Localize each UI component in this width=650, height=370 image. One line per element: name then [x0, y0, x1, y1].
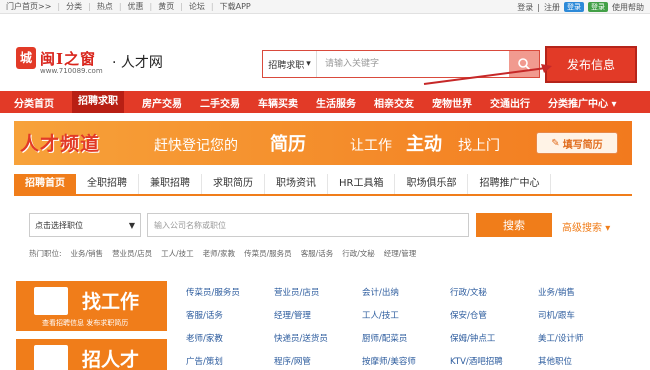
topbar-link-category[interactable]: 分类: [66, 1, 82, 12]
tab-fulltime[interactable]: 全职招聘: [76, 174, 139, 194]
topbar-link-yellowpages[interactable]: 黄页: [158, 1, 174, 12]
tab-career-news[interactable]: 职场资讯: [265, 174, 328, 194]
job-category-link[interactable]: 客服/话务: [186, 309, 274, 321]
publish-info-button[interactable]: 发布信息: [545, 46, 637, 83]
job-category-link[interactable]: 程序/网管: [274, 355, 362, 367]
chevron-down-icon: ▾: [611, 98, 617, 110]
job-category-link[interactable]: 老师/家教: [186, 332, 274, 344]
topbar-link-forum[interactable]: 论坛: [189, 1, 205, 12]
logo-url: www.710089.com: [40, 67, 103, 75]
hot-position-link[interactable]: 行政/文秘: [342, 248, 375, 259]
main-nav: 分类首页 招聘求职 房产交易 二手交易 车辆买卖 生活服务 相亲交友 宠物世界 …: [0, 91, 650, 113]
nav-item-transport[interactable]: 交通出行: [490, 95, 530, 110]
job-category-link[interactable]: 广告/策划: [186, 355, 274, 367]
top-bar: 门户首页>> | 分类 | 热点 | 优惠 | 黄页 | 论坛 | 下载APP …: [0, 0, 650, 14]
job-category-link[interactable]: 其他职位: [538, 355, 626, 367]
tab-hr-tools[interactable]: HR工具箱: [328, 174, 396, 194]
qq-login-button[interactable]: 登录: [564, 2, 584, 12]
topbar-account: 登录 | 注册 登录 登录 使用帮助: [517, 2, 644, 13]
job-category-link[interactable]: 厨师/配菜员: [362, 332, 450, 344]
nav-item-services[interactable]: 生活服务: [316, 95, 356, 110]
edit-icon: ✎: [551, 137, 560, 149]
tab-career-club[interactable]: 职场俱乐部: [395, 174, 469, 194]
nav-item-home[interactable]: 分类首页: [14, 95, 54, 110]
hot-label: 热门职位:: [29, 249, 62, 258]
hot-positions: 热门职位: 业务/销售 营业员/店员 工人/技工 老师/家教 传菜员/服务员 客…: [29, 248, 416, 259]
logo-name[interactable]: 闽Ⅰ之窗: [40, 48, 96, 69]
job-category-link[interactable]: 工人/技工: [362, 309, 450, 321]
annotation-arrow: [423, 64, 552, 85]
job-category-grid: 传菜员/服务员 营业员/店员 会计/出纳 行政/文秘 业务/销售 客服/话务 经…: [186, 286, 626, 367]
job-category-link[interactable]: 业务/销售: [538, 286, 626, 298]
find-job-card[interactable]: 找工作 查看招聘信息 发布求职简历: [16, 281, 167, 331]
job-category-link[interactable]: 营业员/店员: [274, 286, 362, 298]
job-category-link[interactable]: 会计/出纳: [362, 286, 450, 298]
advanced-search-link[interactable]: 高级搜索 ▾: [562, 219, 610, 234]
wechat-login-button[interactable]: 登录: [588, 2, 608, 12]
hire-talent-card[interactable]: 招人才: [16, 339, 167, 370]
job-category-link[interactable]: KTV/酒吧招聘: [450, 355, 538, 367]
topbar-link-portal[interactable]: 门户首页>>: [6, 1, 51, 12]
nav-item-dating[interactable]: 相亲交友: [374, 95, 414, 110]
job-search-button[interactable]: 搜索: [476, 213, 552, 237]
nav-item-promotion[interactable]: 分类推广中心 ▾: [548, 95, 617, 110]
chevron-down-icon: ▾: [306, 59, 311, 69]
job-category-link[interactable]: 行政/文秘: [450, 286, 538, 298]
login-link[interactable]: 登录: [517, 2, 533, 13]
nav-item-secondhand[interactable]: 二手交易: [200, 95, 240, 110]
hot-position-link[interactable]: 经理/管理: [384, 248, 417, 259]
company-position-input[interactable]: 输入公司名称或职位: [147, 213, 469, 237]
job-subtabs: 招聘首页 全职招聘 兼职招聘 求职简历 职场资讯 HR工具箱 职场俱乐部 招聘推…: [14, 174, 632, 196]
logo-icon[interactable]: 城: [16, 47, 36, 69]
job-category-link[interactable]: 保安/仓管: [450, 309, 538, 321]
chevron-down-icon: ▾: [605, 223, 611, 234]
document-icon: [34, 287, 68, 315]
hot-position-link[interactable]: 业务/销售: [71, 248, 104, 259]
position-select[interactable]: 点击选择职位 ▼: [29, 213, 141, 237]
nav-item-jobs[interactable]: 招聘求职: [72, 91, 124, 113]
register-link[interactable]: 注册: [544, 2, 560, 13]
job-category-link[interactable]: 司机/跟车: [538, 309, 626, 321]
tab-parttime[interactable]: 兼职招聘: [139, 174, 202, 194]
help-link[interactable]: 使用帮助: [612, 2, 644, 13]
caret-down-icon: ▼: [128, 220, 135, 230]
tab-resumes[interactable]: 求职简历: [202, 174, 265, 194]
job-category-link[interactable]: 按摩师/美容师: [362, 355, 450, 367]
nav-item-vehicles[interactable]: 车辆买卖: [258, 95, 298, 110]
person-icon: [34, 345, 68, 370]
job-category-link[interactable]: 快递员/送货员: [274, 332, 362, 344]
talent-banner[interactable]: 人才频道 赶快登记您的 简历 让工作 主动 找上门 ✎ 填写简历: [14, 121, 632, 165]
hot-position-link[interactable]: 传菜员/服务员: [244, 248, 292, 259]
job-category-link[interactable]: 传菜员/服务员: [186, 286, 274, 298]
job-category-link[interactable]: 保姆/钟点工: [450, 332, 538, 344]
job-category-link[interactable]: 经理/管理: [274, 309, 362, 321]
banner-logo: 人才频道: [20, 133, 101, 155]
nav-item-property[interactable]: 房产交易: [142, 95, 182, 110]
topbar-link-hot[interactable]: 热点: [97, 1, 113, 12]
hot-position-link[interactable]: 工人/技工: [161, 248, 194, 259]
topbar-link-app[interactable]: 下载APP: [220, 1, 251, 12]
topbar-link-deals[interactable]: 优惠: [128, 1, 144, 12]
job-search-row: 点击选择职位 ▼ 输入公司名称或职位: [29, 213, 469, 237]
fill-resume-button[interactable]: ✎ 填写简历: [536, 132, 618, 154]
hot-position-link[interactable]: 老师/家教: [203, 248, 236, 259]
site-section-title: · 人才网: [112, 55, 163, 71]
job-category-link[interactable]: 美工/设计师: [538, 332, 626, 344]
tab-jobs-home[interactable]: 招聘首页: [14, 174, 76, 194]
tab-job-promotion[interactable]: 招聘推广中心: [468, 174, 552, 194]
search-category-select[interactable]: 招聘求职 ▾: [263, 51, 317, 77]
nav-item-pets[interactable]: 宠物世界: [432, 95, 472, 110]
hot-position-link[interactable]: 客服/话务: [301, 248, 334, 259]
hot-position-link[interactable]: 营业员/店员: [112, 248, 152, 259]
